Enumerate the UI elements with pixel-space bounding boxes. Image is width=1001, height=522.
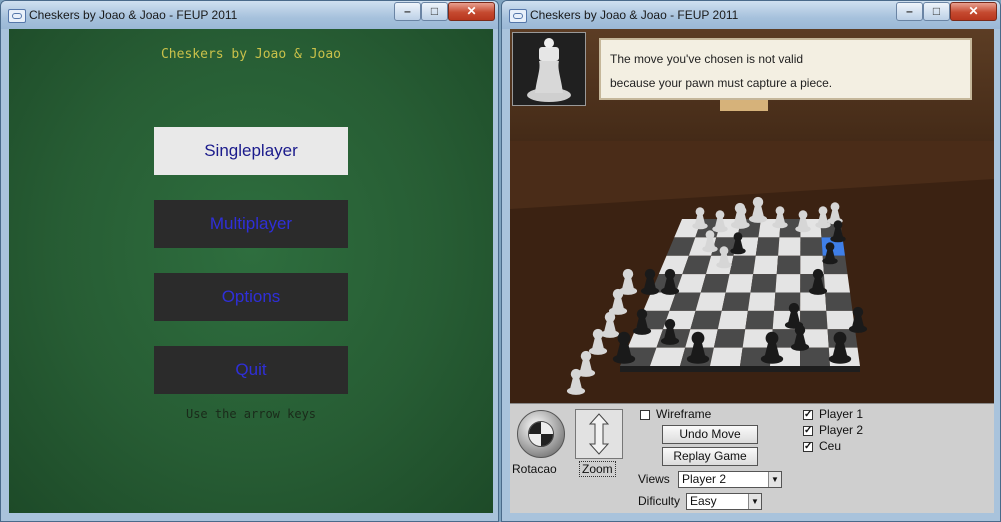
maximize-button[interactable]: □ [923, 2, 950, 21]
window-frame [502, 513, 1000, 521]
chevron-down-icon[interactable]: ▼ [748, 494, 761, 509]
difficulty-select[interactable]: Easy ▼ [686, 493, 762, 510]
close-button[interactable]: ✕ [448, 2, 495, 21]
message-box: The move you've chosen is not valid beca… [599, 38, 972, 100]
app-window-icon [8, 9, 26, 23]
quit-button[interactable]: Quit [154, 346, 348, 394]
board-square[interactable] [826, 310, 855, 330]
rotation-wheel-icon[interactable] [517, 410, 565, 458]
board-square[interactable] [747, 292, 776, 311]
difficulty-value: Easy [690, 494, 717, 508]
board-square[interactable] [695, 292, 726, 311]
singleplayer-button[interactable]: Singleplayer [154, 127, 348, 175]
board-square[interactable] [755, 237, 780, 256]
wireframe-label: Wireframe [656, 407, 712, 421]
views-select[interactable]: Player 2 ▼ [678, 471, 782, 488]
multiplayer-button[interactable]: Multiplayer [154, 200, 348, 248]
game-area: The move you've chosen is not valid beca… [510, 29, 994, 516]
message-line-1: The move you've chosen is not valid [610, 52, 804, 66]
message-line-2: because your pawn must capture a piece. [610, 76, 833, 90]
board-square[interactable] [690, 310, 722, 330]
ceu-checkbox[interactable]: ✓ [803, 442, 813, 452]
board-square[interactable] [713, 329, 746, 348]
window-title: Cheskers by Joao & Joao - FEUP 2011 [530, 8, 739, 22]
player2-checkbox[interactable]: ✓ [803, 426, 813, 436]
minimize-button[interactable]: – [896, 2, 923, 21]
control-panel: Rotacao Zoom Wireframe Undo Move Replay … [510, 403, 994, 516]
board-square[interactable] [800, 292, 827, 311]
player1-label: Player 1 [819, 407, 864, 421]
window-frame [1, 513, 498, 521]
board-square[interactable] [721, 292, 751, 311]
window-title: Cheskers by Joao & Joao - FEUP 2011 [29, 8, 238, 22]
difficulty-label: Dificulty [638, 494, 681, 508]
3d-scene[interactable]: The move you've chosen is not valid beca… [510, 29, 994, 403]
board-square[interactable] [750, 274, 777, 293]
rotation-label: Rotacao [512, 462, 557, 476]
zoom-arrow-icon[interactable] [575, 409, 623, 459]
views-label: Views [638, 472, 670, 486]
views-value: Player 2 [682, 472, 727, 486]
navigation-hint: Use the arrow keys [185, 407, 317, 421]
app-window-icon [509, 9, 527, 23]
board-square[interactable] [729, 255, 756, 275]
board-square[interactable] [717, 310, 748, 330]
board-square[interactable] [778, 237, 801, 256]
board-square[interactable] [825, 292, 853, 311]
board-square[interactable] [776, 255, 801, 275]
replay-game-button[interactable]: Replay Game [662, 447, 758, 466]
board-square[interactable] [710, 347, 743, 366]
minimize-button[interactable]: – [394, 2, 421, 21]
board-square[interactable] [725, 274, 754, 293]
menu-window: Cheskers by Joao & Joao - FEUP 2011 – □ … [0, 0, 499, 522]
chevron-down-icon[interactable]: ▼ [768, 472, 781, 487]
board-square[interactable] [800, 310, 828, 330]
player2-label: Player 2 [819, 423, 864, 437]
rotation-knob[interactable] [528, 421, 554, 447]
player1-checkbox[interactable]: ✓ [803, 410, 813, 420]
board-square[interactable] [800, 237, 823, 256]
zoom-label: Zoom [579, 461, 616, 477]
board-square[interactable] [753, 255, 779, 275]
board-edge [620, 366, 860, 372]
close-button[interactable]: ✕ [950, 2, 997, 21]
game-window: Cheskers by Joao & Joao - FEUP 2011 – □ … [501, 0, 1001, 522]
chess-queen-avatar-icon [512, 32, 586, 106]
game-title: Cheskers by Joao & Joao [160, 47, 341, 62]
titlebar[interactable]: Cheskers by Joao & Joao - FEUP 2011 – □ … [502, 1, 1000, 29]
board-square[interactable] [775, 274, 801, 293]
options-button[interactable]: Options [154, 273, 348, 321]
maximize-button[interactable]: □ [421, 2, 448, 21]
wireframe-checkbox[interactable] [640, 410, 650, 420]
undo-move-button[interactable]: Undo Move [662, 425, 758, 444]
board-square[interactable] [823, 274, 850, 293]
menu-area: Cheskers by Joao & Joao Singleplayer Mul… [9, 29, 493, 515]
ceu-label: Ceu [819, 439, 842, 453]
board-square[interactable] [745, 310, 775, 330]
titlebar[interactable]: Cheskers by Joao & Joao - FEUP 2011 – □ … [1, 1, 498, 29]
